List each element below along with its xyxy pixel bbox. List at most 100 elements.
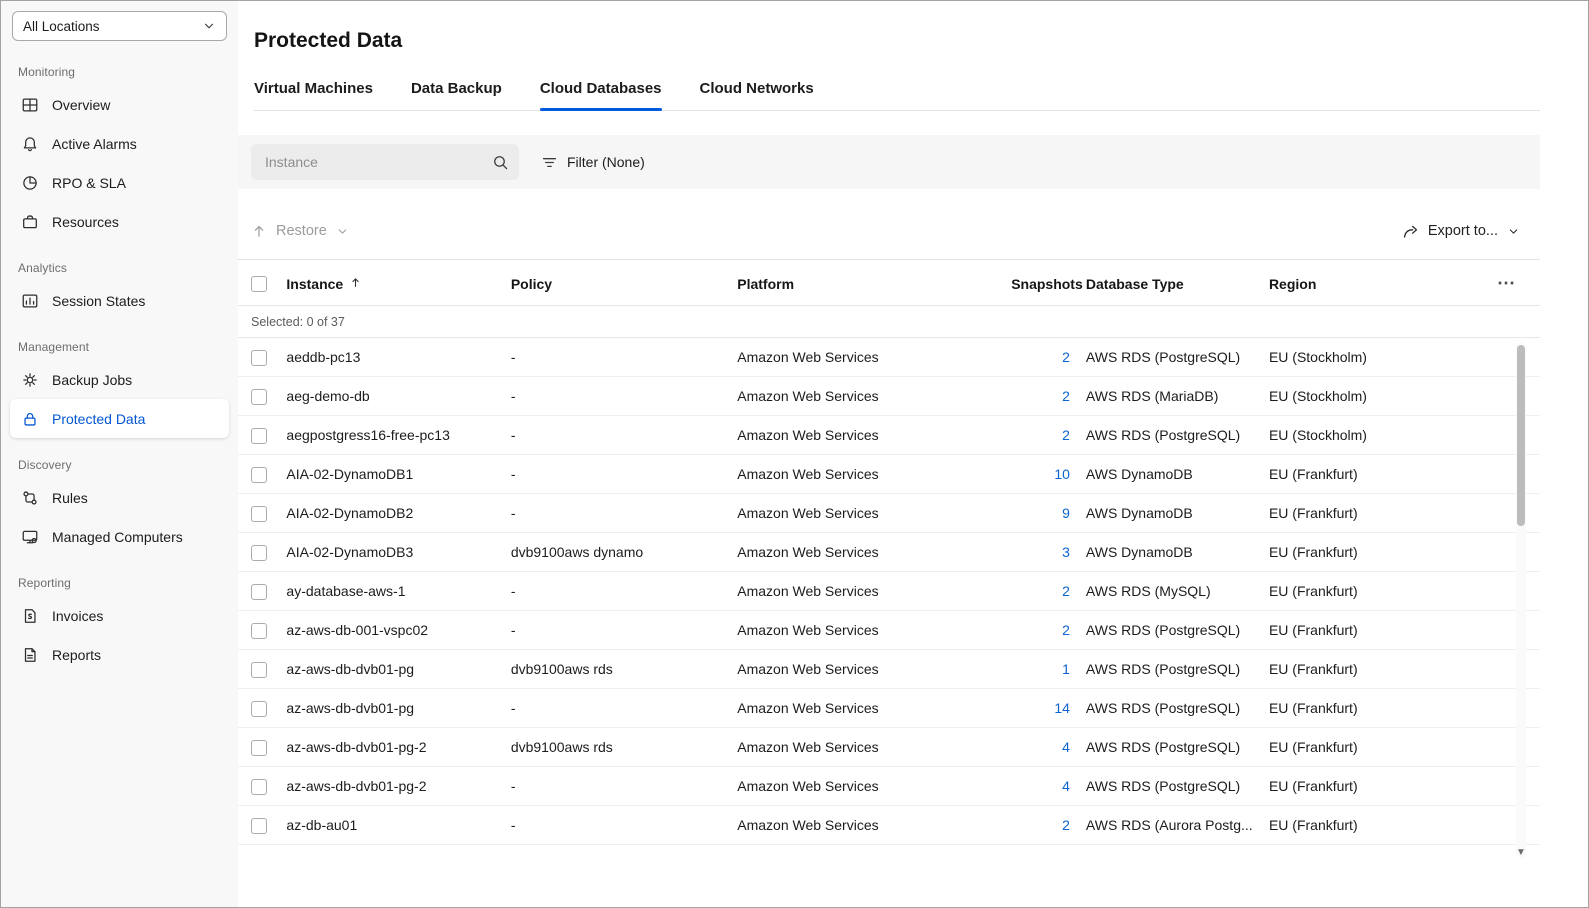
snapshots-link[interactable]: 2 xyxy=(1062,622,1070,638)
select-all-checkbox[interactable] xyxy=(251,276,267,292)
sidebar-item-overview[interactable]: Overview xyxy=(10,85,229,124)
snapshots-link[interactable]: 2 xyxy=(1062,427,1070,443)
export-button[interactable]: Export to... xyxy=(1402,223,1520,240)
row-checkbox[interactable] xyxy=(251,506,267,522)
row-checkbox[interactable] xyxy=(251,350,267,366)
scrollbar-down-arrow-icon[interactable]: ▼ xyxy=(1516,848,1526,858)
resources-icon xyxy=(20,212,39,231)
sort-instance-button[interactable]: Instance xyxy=(286,276,362,292)
instance-cell: AIA-02-DynamoDB1 xyxy=(278,455,502,494)
tab-cloud-databases[interactable]: Cloud Databases xyxy=(540,80,662,110)
row-checkbox[interactable] xyxy=(251,662,267,678)
main-content: Protected Data Virtual Machines Data Bac… xyxy=(238,1,1588,907)
sidebar-item-resources[interactable]: Resources xyxy=(10,202,229,241)
snapshots-link[interactable]: 4 xyxy=(1062,778,1070,794)
tab-data-backup[interactable]: Data Backup xyxy=(411,80,502,110)
platform-cell: Amazon Web Services xyxy=(729,494,1003,533)
restore-label: Restore xyxy=(276,223,327,239)
snapshots-link[interactable]: 3 xyxy=(1062,544,1070,560)
sidebar-item-invoices[interactable]: Invoices xyxy=(10,596,229,635)
sidebar-section-analytics: Analytics xyxy=(18,261,238,275)
snapshots-link[interactable]: 2 xyxy=(1062,349,1070,365)
table-row[interactable]: AIA-02-DynamoDB1 - Amazon Web Services 1… xyxy=(238,455,1540,494)
scrollbar-thumb[interactable] xyxy=(1517,345,1525,526)
sidebar-item-label: Invoices xyxy=(52,608,103,624)
row-checkbox[interactable] xyxy=(251,584,267,600)
table-row[interactable]: AIA-02-DynamoDB3 dvb9100aws dynamo Amazo… xyxy=(238,533,1540,572)
region-cell: EU (Frankfurt) xyxy=(1261,650,1458,689)
sidebar-item-session-states[interactable]: Session States xyxy=(10,281,229,320)
table-row[interactable]: aeg-demo-db - Amazon Web Services 2 AWS … xyxy=(238,377,1540,416)
table-row[interactable]: az-aws-db-dvb01-pg-2 - Amazon Web Servic… xyxy=(238,767,1540,806)
instance-cell: az-db-au01 xyxy=(278,806,502,845)
column-header-region[interactable]: Region xyxy=(1261,260,1458,306)
region-cell: EU (Frankfurt) xyxy=(1261,572,1458,611)
snapshots-link[interactable]: 4 xyxy=(1062,739,1070,755)
row-checkbox[interactable] xyxy=(251,467,267,483)
managed-computers-icon xyxy=(20,527,39,546)
filter-button[interactable]: Filter (None) xyxy=(541,154,645,171)
row-checkbox[interactable] xyxy=(251,740,267,756)
column-header-snapshots[interactable]: Snapshots xyxy=(1003,260,1071,306)
snapshots-link[interactable]: 9 xyxy=(1062,505,1070,521)
table-row[interactable]: aeddb-pc13 - Amazon Web Services 2 AWS R… xyxy=(238,338,1540,377)
sidebar-item-protected-data[interactable]: Protected Data xyxy=(10,399,229,438)
restore-button[interactable]: Restore xyxy=(251,223,349,239)
column-header-platform[interactable]: Platform xyxy=(729,260,1003,306)
snapshots-link[interactable]: 2 xyxy=(1062,388,1070,404)
instance-cell: aeg-demo-db xyxy=(278,377,502,416)
table-row[interactable]: az-aws-db-001-vspc02 - Amazon Web Servic… xyxy=(238,611,1540,650)
row-actions-cell xyxy=(1458,572,1540,611)
table-row[interactable]: az-aws-db-dvb01-pg-2 dvb9100aws rds Amaz… xyxy=(238,728,1540,767)
table-scrollbar[interactable]: ▼ xyxy=(1516,342,1526,858)
sidebar-item-backup-jobs[interactable]: Backup Jobs xyxy=(10,360,229,399)
database-type-cell: AWS RDS (PostgreSQL) xyxy=(1071,767,1261,806)
search-icon[interactable] xyxy=(492,154,509,171)
sidebar-item-rpo-sla[interactable]: RPO & SLA xyxy=(10,163,229,202)
sidebar-item-managed-computers[interactable]: Managed Computers xyxy=(10,517,229,556)
sidebar-section-monitoring: Monitoring xyxy=(18,65,238,79)
row-actions-cell xyxy=(1458,806,1540,845)
database-type-cell: AWS RDS (PostgreSQL) xyxy=(1071,416,1261,455)
row-checkbox[interactable] xyxy=(251,701,267,717)
region-cell: EU (Frankfurt) xyxy=(1261,728,1458,767)
column-header-policy[interactable]: Policy xyxy=(503,260,729,306)
policy-cell: - xyxy=(503,572,729,611)
snapshots-link[interactable]: 14 xyxy=(1054,700,1070,716)
session-states-icon xyxy=(20,291,39,310)
tab-virtual-machines[interactable]: Virtual Machines xyxy=(254,80,373,110)
platform-cell: Amazon Web Services xyxy=(729,416,1003,455)
table-row[interactable]: aegpostgress16-free-pc13 - Amazon Web Se… xyxy=(238,416,1540,455)
row-checkbox[interactable] xyxy=(251,428,267,444)
row-checkbox[interactable] xyxy=(251,779,267,795)
location-selector[interactable]: All Locations xyxy=(12,11,227,41)
table-row[interactable]: ay-database-aws-1 - Amazon Web Services … xyxy=(238,572,1540,611)
sidebar-item-rules[interactable]: Rules xyxy=(10,478,229,517)
snapshots-link[interactable]: 2 xyxy=(1062,817,1070,833)
row-checkbox[interactable] xyxy=(251,545,267,561)
sidebar-item-active-alarms[interactable]: Active Alarms xyxy=(10,124,229,163)
search-input[interactable] xyxy=(263,153,492,171)
snapshots-link[interactable]: 2 xyxy=(1062,583,1070,599)
table-header-row: Instance Policy Platform Snapshots Datab… xyxy=(238,260,1540,306)
invoices-icon xyxy=(20,606,39,625)
region-cell: EU (Stockholm) xyxy=(1261,338,1458,377)
table-row[interactable]: az-aws-db-dvb01-pg - Amazon Web Services… xyxy=(238,689,1540,728)
row-checkbox[interactable] xyxy=(251,389,267,405)
tab-cloud-networks[interactable]: Cloud Networks xyxy=(700,80,814,110)
table-row[interactable]: az-aws-db-dvb01-pg dvb9100aws rds Amazon… xyxy=(238,650,1540,689)
search-box xyxy=(251,144,519,180)
sidebar-item-reports[interactable]: Reports xyxy=(10,635,229,674)
row-actions-cell xyxy=(1458,650,1540,689)
snapshots-link[interactable]: 1 xyxy=(1062,661,1070,677)
column-header-database-type[interactable]: Database Type xyxy=(1071,260,1261,306)
platform-cell: Amazon Web Services xyxy=(729,572,1003,611)
policy-cell: dvb9100aws rds xyxy=(503,728,729,767)
column-options-ellipsis-icon[interactable]: ⋯ xyxy=(1497,273,1516,293)
table-row[interactable]: az-db-au01 - Amazon Web Services 2 AWS R… xyxy=(238,806,1540,845)
row-checkbox[interactable] xyxy=(251,623,267,639)
row-checkbox[interactable] xyxy=(251,818,267,834)
table-row[interactable]: AIA-02-DynamoDB2 - Amazon Web Services 9… xyxy=(238,494,1540,533)
sidebar-item-label: Rules xyxy=(52,490,88,506)
snapshots-link[interactable]: 10 xyxy=(1054,466,1070,482)
